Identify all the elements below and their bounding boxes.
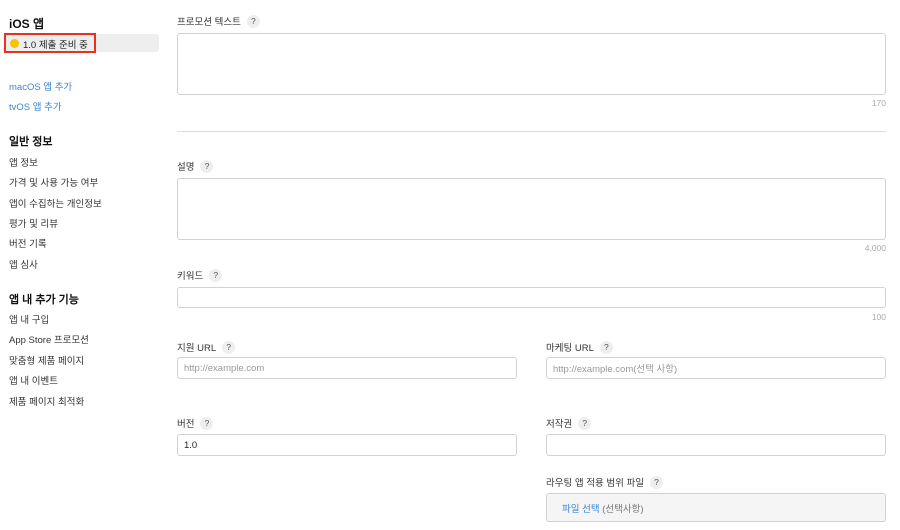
help-icon[interactable]: ? xyxy=(599,340,613,354)
version-item[interactable]: 1.0 제출 준비 중 xyxy=(4,33,159,53)
sidebar-item-promotion[interactable]: App Store 프로모션 xyxy=(9,332,89,346)
help-icon[interactable]: ? xyxy=(209,268,223,282)
promo-label: 프로모션 텍스트? xyxy=(177,14,260,28)
routing-file-picker: 파일 선택 (선택사항) xyxy=(546,493,886,522)
choose-file-link[interactable]: 파일 선택 xyxy=(562,501,600,515)
copyright-label: 저작권? xyxy=(546,416,592,430)
routing-optional: (선택사항) xyxy=(602,503,644,515)
status-dot-icon xyxy=(10,39,19,48)
version-label: 버전? xyxy=(177,416,214,430)
sidebar-item-iap[interactable]: 앱 내 구입 xyxy=(9,312,49,326)
divider xyxy=(177,131,886,132)
promo-count: 170 xyxy=(871,98,886,108)
sidebar-item-app-info[interactable]: 앱 정보 xyxy=(9,155,38,169)
sidebar-item-version-history[interactable]: 버전 기록 xyxy=(9,236,47,250)
desc-count: 4,000 xyxy=(864,243,886,253)
description-textarea[interactable] xyxy=(177,178,886,240)
promo-label-text: 프로모션 텍스트 xyxy=(177,17,241,28)
sidebar-item-optimization[interactable]: 제품 페이지 최적화 xyxy=(9,394,84,408)
version-value: 1.0 xyxy=(184,439,198,451)
marketing-url-input[interactable]: http://example.com(선택 사항) xyxy=(546,357,886,379)
sidebar-item-custom-pages[interactable]: 맞춤형 제품 페이지 xyxy=(9,353,84,367)
copyright-label-text: 저작권 xyxy=(546,419,573,430)
sidebar-item-events[interactable]: 앱 내 이벤트 xyxy=(9,373,58,387)
sidebar-item-pricing[interactable]: 가격 및 사용 가능 여부 xyxy=(9,175,98,189)
inapp-features-title: 앱 내 추가 기능 xyxy=(9,294,79,306)
promo-textarea[interactable] xyxy=(177,33,886,95)
help-icon[interactable]: ? xyxy=(246,14,260,28)
keywords-label-text: 키워드 xyxy=(177,271,204,282)
support-label-text: 지원 URL xyxy=(177,343,217,354)
general-info-title: 일반 정보 xyxy=(9,136,53,148)
help-icon[interactable]: ? xyxy=(222,340,236,354)
help-icon[interactable]: ? xyxy=(649,475,663,489)
support-url-input[interactable]: http://example.com xyxy=(177,357,517,379)
version-status: 1.0 제출 준비 중 xyxy=(23,40,88,51)
keywords-input[interactable] xyxy=(177,287,886,308)
sidebar-item-app-review[interactable]: 앱 심사 xyxy=(9,257,38,271)
desc-label-text: 설명 xyxy=(177,162,195,173)
keywords-count: 100 xyxy=(871,312,886,322)
support-url-label: 지원 URL? xyxy=(177,340,236,354)
keywords-label: 키워드? xyxy=(177,268,223,282)
sidebar-item-ratings[interactable]: 평가 및 리뷰 xyxy=(9,216,58,230)
help-icon[interactable]: ? xyxy=(200,416,214,430)
routing-label: 라우팅 앱 적용 범위 파일? xyxy=(546,475,663,489)
add-tvos-link[interactable]: tvOS 앱 추가 xyxy=(9,99,62,113)
marketing-label-text: 마케팅 URL xyxy=(546,343,594,354)
version-label-text: 버전 xyxy=(177,419,195,430)
add-macos-link[interactable]: macOS 앱 추가 xyxy=(9,79,72,93)
help-icon[interactable]: ? xyxy=(200,159,214,173)
routing-label-text: 라우팅 앱 적용 범위 파일 xyxy=(546,478,644,489)
marketing-url-label: 마케팅 URL? xyxy=(546,340,613,354)
desc-label: 설명? xyxy=(177,159,214,173)
marketing-placeholder: http://example.com(선택 사항) xyxy=(553,364,678,375)
copyright-input[interactable] xyxy=(546,434,886,456)
help-icon[interactable]: ? xyxy=(578,416,592,430)
version-input[interactable]: 1.0 xyxy=(177,434,517,456)
ios-app-title: iOS 앱 xyxy=(9,17,45,31)
sidebar-item-privacy[interactable]: 앱이 수집하는 개인정보 xyxy=(9,196,102,210)
support-placeholder: http://example.com xyxy=(184,362,265,374)
